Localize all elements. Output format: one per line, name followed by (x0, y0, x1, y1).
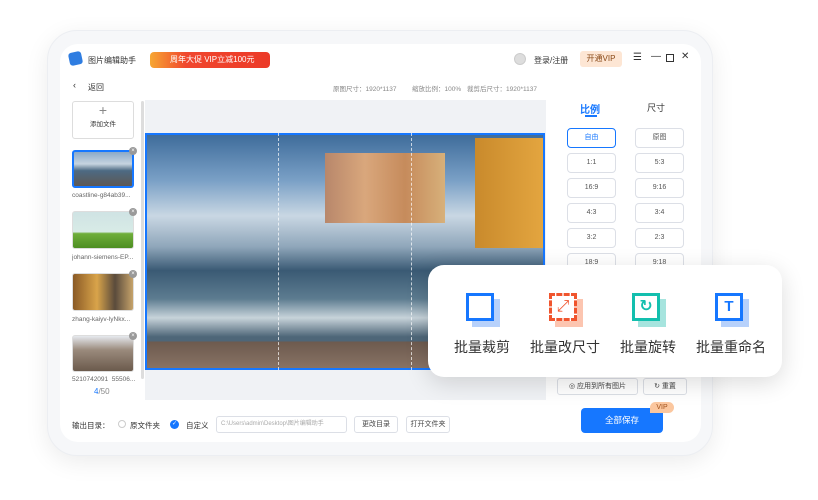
file-name: zhang-kaiyv-lyNkx... (72, 316, 131, 323)
change-dir-button[interactable]: 更改目录 (354, 416, 398, 433)
file-name: coastline-g84ab39... (72, 192, 131, 199)
remove-file-icon[interactable]: × (129, 147, 137, 155)
reset-button[interactable]: ↻ 重置 (643, 378, 687, 395)
file-name: johann-siemens-EP... (72, 254, 134, 261)
feature-batch-resize[interactable]: ⤢ 批量改尺寸 (525, 291, 605, 357)
add-file-button[interactable]: + 添加文件 (72, 101, 134, 139)
apply-all-label: 应用到所有图片 (577, 383, 627, 390)
ratio-button[interactable]: 16:9 (567, 178, 616, 198)
feature-batch-crop[interactable]: 批量裁剪 (442, 291, 522, 357)
back-button[interactable]: 返回 (88, 82, 104, 93)
radio-original[interactable] (118, 420, 126, 428)
file-thumb-1[interactable] (72, 150, 134, 188)
output-label: 输出目录： (72, 421, 110, 430)
plus-icon: + (98, 102, 108, 118)
avatar[interactable] (514, 53, 526, 65)
menu-icon[interactable]: ☰ (633, 52, 642, 63)
radio-custom-label[interactable]: 自定义 (186, 420, 209, 431)
open-folder-button[interactable]: 打开文件夹 (406, 416, 450, 433)
ratio-button[interactable]: 4:3 (567, 203, 616, 223)
feature-batch-rotate[interactable]: ↻ 批量旋转 (608, 291, 688, 357)
app-title: 图片编辑助手 (88, 56, 136, 65)
rotate-icon: ↻ (630, 291, 666, 327)
feature-label: 批量裁剪 (454, 339, 510, 355)
file-thumb-4[interactable] (72, 335, 134, 372)
tab-indicator (585, 115, 597, 117)
apply-all-button[interactable]: ◎ 应用到所有图片 (557, 378, 638, 395)
sidebar-scrollbar[interactable] (141, 101, 144, 379)
crop-icon (464, 291, 500, 327)
back-icon[interactable]: ‹ (73, 80, 76, 90)
feature-label: 批量旋转 (620, 339, 676, 355)
rename-icon: T (713, 291, 749, 327)
ratio-button[interactable]: 5:3 (635, 153, 684, 173)
promo-banner[interactable]: 周年大促 VIP立减100元 (150, 52, 270, 68)
check-circle-icon: ◎ (568, 383, 578, 390)
page-total: /50 (98, 387, 110, 396)
remove-file-icon[interactable]: × (129, 208, 137, 216)
ratio-button[interactable]: 3:4 (635, 203, 684, 223)
close-icon[interactable]: ✕ (681, 51, 689, 62)
minimize-icon[interactable]: — (651, 51, 661, 62)
crop-gridline (278, 133, 279, 370)
ratio-button[interactable]: 9:16 (635, 178, 684, 198)
tab-ratio[interactable]: 比例 (580, 101, 600, 116)
radio-custom-checked-icon[interactable]: ✓ (170, 420, 179, 429)
reset-icon: ↻ (654, 383, 662, 390)
ratio-button[interactable]: 2:3 (635, 228, 684, 248)
tab-size[interactable]: 尺寸 (647, 101, 665, 114)
ratio-button[interactable]: 1:1 (567, 153, 616, 173)
app-logo-icon (67, 50, 84, 67)
file-name: 5210742091_55506... (72, 376, 136, 382)
remove-file-icon[interactable]: × (129, 332, 137, 340)
resize-icon: ⤢ (547, 291, 583, 327)
ratio-button[interactable]: 自由 (567, 128, 616, 148)
crop-size: 裁剪后尺寸：1920*1137 (467, 86, 537, 93)
orig-size: 原图尺寸：1920*1137 (333, 86, 397, 93)
file-thumb-2[interactable] (72, 211, 134, 249)
login-link[interactable]: 登录/注册 (534, 55, 568, 66)
feature-label: 批量重命名 (696, 339, 766, 355)
vip-button[interactable]: 开通VIP (580, 51, 622, 67)
ratio-button[interactable]: 3:2 (567, 228, 616, 248)
remove-file-icon[interactable]: × (129, 270, 137, 278)
vip-badge: VIP (650, 402, 674, 413)
crop-gridline (411, 133, 412, 370)
maximize-icon[interactable] (666, 54, 674, 62)
radio-original-label[interactable]: 原文件夹 (130, 420, 160, 431)
page-indicator: 4/50 (94, 387, 110, 396)
features-card: 批量裁剪 ⤢ 批量改尺寸 ↻ 批量旋转 T 批量重命名 (428, 265, 782, 377)
add-file-label: 添加文件 (90, 121, 116, 128)
zoom-level: 缩放比例：100% (412, 86, 462, 93)
output-path-input[interactable]: C:\Users\admin\Desktop\图片编辑助手 (216, 416, 347, 433)
feature-batch-rename[interactable]: T 批量重命名 (691, 291, 771, 357)
feature-label: 批量改尺寸 (530, 339, 600, 355)
file-thumb-3[interactable] (72, 273, 134, 311)
ratio-button[interactable]: 原图 (635, 128, 684, 148)
reset-label: 重置 (661, 383, 676, 390)
